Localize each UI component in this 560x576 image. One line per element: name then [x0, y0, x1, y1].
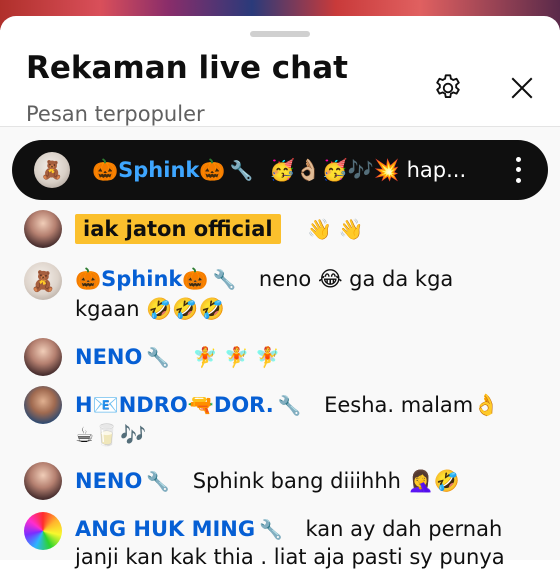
- settings-button[interactable]: [426, 66, 470, 110]
- message-text: 🧚 🧚 🧚: [192, 345, 281, 369]
- message-text: neno 😂 ga da kga: [258, 267, 454, 291]
- wrench-icon: 🔧: [146, 347, 171, 369]
- author-name[interactable]: NENO: [75, 469, 142, 493]
- wrench-icon: 🔧: [146, 471, 171, 493]
- message-text-cont: janji kan kak thia . liat aja pasti sy p…: [75, 545, 505, 569]
- drag-handle[interactable]: [250, 31, 310, 37]
- close-button[interactable]: [500, 66, 544, 110]
- wrench-icon: 🔧: [259, 519, 283, 541]
- author-name[interactable]: 🎃Sphink🎃: [75, 267, 209, 291]
- pinned-ticker[interactable]: 🧸 🎃Sphink🎃 🔧 🥳👌🏼🥳🎶💥 hap...: [12, 140, 548, 200]
- author-name[interactable]: iak jaton official: [75, 214, 281, 244]
- wrench-icon: 🔧: [212, 269, 237, 291]
- chat-mode-selector[interactable]: Pesan terpopuler: [26, 102, 205, 126]
- avatar[interactable]: 🧸: [24, 262, 62, 300]
- ticker-author[interactable]: 🎃Sphink🎃: [92, 158, 226, 183]
- panel-title: Rekaman live chat: [26, 50, 348, 86]
- message-text: kan ay dah pernah: [305, 517, 503, 541]
- avatar[interactable]: [24, 462, 62, 500]
- message-text: Sphink bang diiihhh 🤦‍♀️🤣: [192, 469, 460, 493]
- message-text: Eesha. malam👌: [324, 393, 500, 417]
- more-vert-icon[interactable]: [506, 154, 530, 186]
- close-icon: [511, 77, 533, 99]
- author-name[interactable]: NENO: [75, 345, 142, 369]
- message-text: 👋 👋: [307, 217, 364, 241]
- avatar[interactable]: 🧸: [34, 152, 70, 188]
- avatar[interactable]: [24, 386, 62, 424]
- avatar[interactable]: [24, 338, 62, 376]
- author-name[interactable]: ANG HUK MING: [75, 517, 255, 541]
- author-name[interactable]: H📧NDRO🔫DOR.: [75, 393, 274, 417]
- avatar[interactable]: [24, 512, 62, 550]
- gear-icon: [436, 74, 460, 98]
- avatar[interactable]: [24, 210, 62, 248]
- wrench-icon: 🔧: [229, 159, 254, 182]
- message-text-cont: kgaan 🤣🤣🤣: [75, 297, 225, 321]
- message-text-cont: ☕🥛🎶: [75, 423, 147, 447]
- wrench-icon: 🔧: [277, 395, 302, 417]
- ticker-message: 🥳👌🏼🥳🎶💥 hap...: [269, 157, 467, 182]
